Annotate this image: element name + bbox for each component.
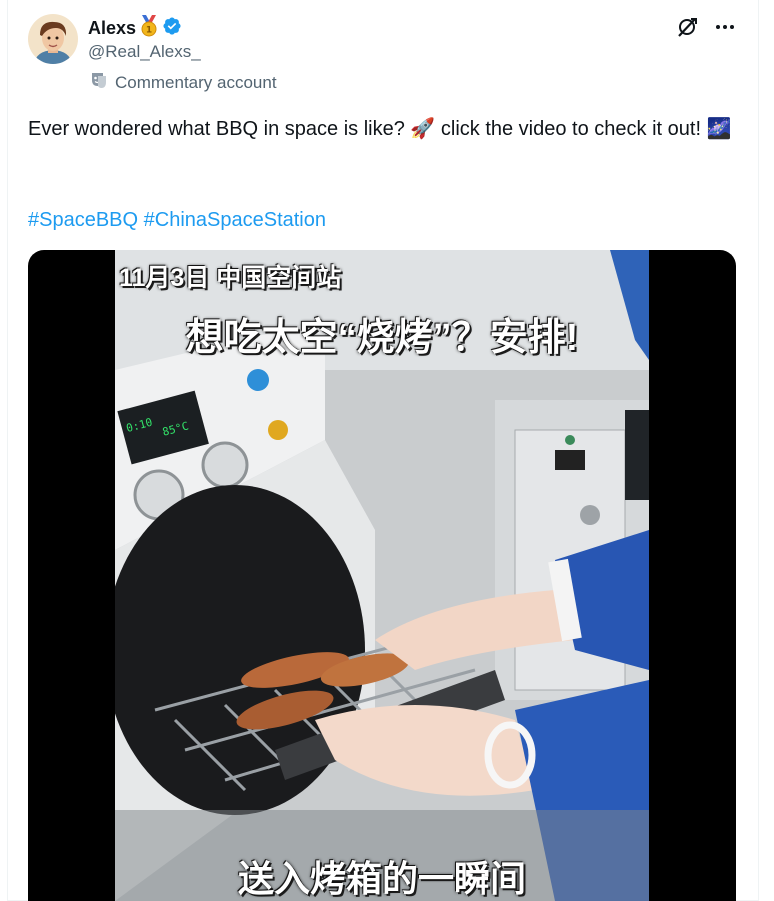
grok-icon[interactable] xyxy=(674,14,700,40)
video-caption-date: 11月3日 中国空间站 xyxy=(119,264,342,292)
account-label-text: Commentary account xyxy=(115,72,277,92)
author-handle[interactable]: @Real_Alexs_ xyxy=(88,42,201,62)
video-player[interactable]: 11月3日 中国空间站 想吃太空“烧烤”？安排! 0:10 85°C 送入烤箱的… xyxy=(28,250,736,901)
author-name[interactable]: Alexs xyxy=(88,18,136,39)
account-label: Commentary account xyxy=(90,71,277,94)
hashtag-link[interactable]: #SpaceBBQ xyxy=(28,209,138,231)
gold-medal-icon: 1 xyxy=(139,15,159,42)
hashtag-link[interactable]: #ChinaSpaceStation xyxy=(144,209,326,231)
mask-icon xyxy=(90,71,108,94)
video-frame: 11月3日 中国空间站 想吃太空“烧烤”？安排! 0:10 85°C 送入烤箱的… xyxy=(115,250,649,901)
video-caption-bottom: 送入烤箱的一瞬间 xyxy=(237,858,526,899)
post-text: Ever wondered what BBQ in space is like?… xyxy=(28,118,732,140)
avatar[interactable] xyxy=(28,14,78,64)
video-caption-headline: 想吃太空“烧烤”？安排! xyxy=(185,317,579,359)
more-icon[interactable] xyxy=(712,14,738,40)
verified-badge-icon[interactable] xyxy=(162,16,182,41)
svg-text:1: 1 xyxy=(146,26,152,36)
hashtags: #SpaceBBQ #ChinaSpaceStation xyxy=(28,205,326,235)
